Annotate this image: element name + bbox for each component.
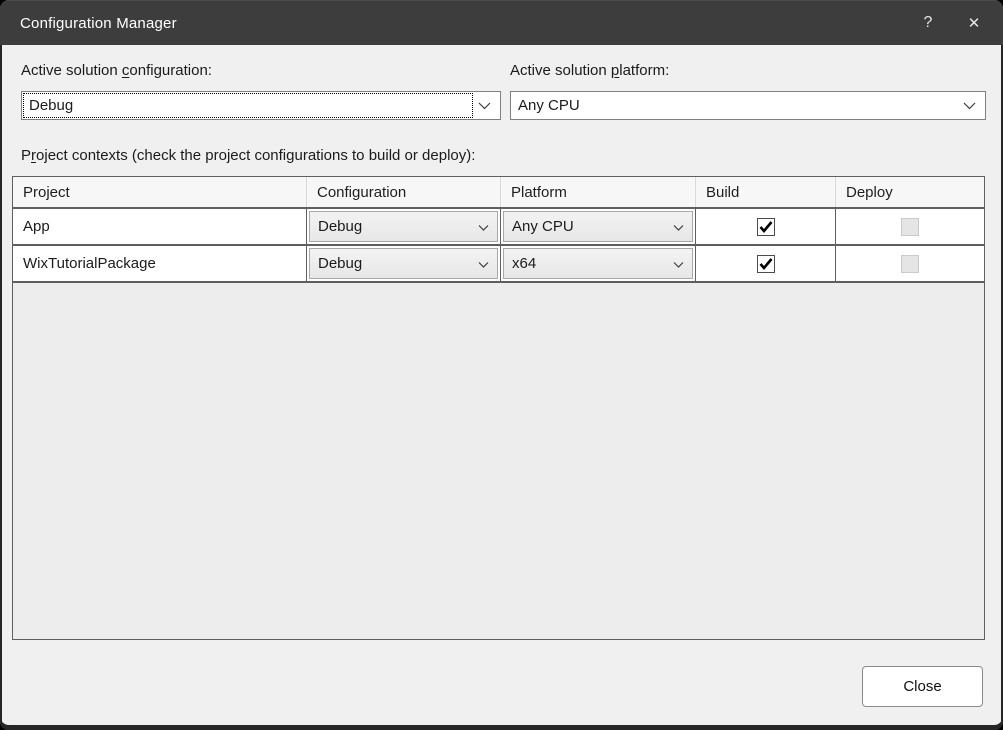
build-cell: [696, 209, 836, 244]
combo-value: x64: [512, 255, 536, 272]
close-button[interactable]: Close: [862, 666, 983, 707]
column-header-build: Build: [696, 177, 836, 207]
column-header-platform: Platform: [501, 177, 696, 207]
platform-cell: Any CPU: [501, 209, 696, 244]
column-header-deploy: Deploy: [836, 177, 984, 207]
check-icon: [759, 258, 773, 270]
label-text: P: [21, 147, 31, 164]
deploy-cell: [836, 209, 984, 244]
deploy-checkbox: [901, 255, 919, 273]
chevron-down-icon: [963, 102, 976, 110]
chevron-down-icon: [478, 255, 489, 272]
build-checkbox[interactable]: [757, 218, 775, 236]
combo-value: Any CPU: [512, 218, 574, 235]
configuration-manager-dialog: Configuration Manager ? ✕ Active solutio…: [0, 0, 1003, 730]
configuration-select[interactable]: Debug: [309, 248, 498, 279]
titlebar: Configuration Manager ? ✕: [0, 0, 1003, 45]
label-text: onfiguration:: [129, 62, 212, 79]
build-cell: [696, 246, 836, 281]
platform-select[interactable]: Any CPU: [503, 211, 693, 242]
build-checkbox[interactable]: [757, 255, 775, 273]
project-contexts-grid: Project Configuration Platform Build Dep…: [12, 176, 985, 640]
platform-cell: x64: [501, 246, 696, 281]
project-contexts-label: Project contexts (check the project conf…: [21, 147, 475, 164]
platform-select[interactable]: x64: [503, 248, 693, 279]
active-platform-label: Active solution platform:: [510, 62, 669, 79]
active-configuration-select[interactable]: Debug: [21, 91, 501, 120]
label-text: oject contexts (check the project config…: [36, 147, 475, 164]
combo-focus-rect: Debug: [24, 94, 472, 117]
chevron-down-icon: [673, 218, 684, 235]
deploy-cell: [836, 246, 984, 281]
chevron-down-icon: [673, 255, 684, 272]
label-text: Active solution: [21, 62, 122, 79]
close-icon[interactable]: ✕: [951, 1, 997, 45]
check-icon: [759, 221, 773, 233]
combo-value: Any CPU: [518, 97, 580, 114]
project-cell[interactable]: App: [13, 209, 307, 244]
label-text: Active solution: [510, 62, 611, 79]
chevron-down-icon: [478, 102, 491, 110]
project-name: App: [13, 218, 50, 235]
combo-value: Debug: [29, 97, 73, 114]
configuration-cell: Debug: [307, 246, 501, 281]
active-configuration-label: Active solution configuration:: [21, 62, 212, 79]
window-title: Configuration Manager: [0, 15, 177, 32]
column-header-project: Project: [13, 177, 307, 207]
configuration-select[interactable]: Debug: [309, 211, 498, 242]
help-icon[interactable]: ?: [905, 1, 951, 45]
label-text: latform:: [619, 62, 669, 79]
table-row: WixTutorialPackage Debug x64: [13, 246, 984, 283]
project-name: WixTutorialPackage: [13, 255, 156, 272]
combo-value: Debug: [318, 218, 362, 235]
combo-value-wrap: Any CPU: [513, 94, 957, 117]
project-cell[interactable]: WixTutorialPackage: [13, 246, 307, 281]
titlebar-buttons: ? ✕: [905, 1, 1003, 45]
deploy-checkbox: [901, 218, 919, 236]
combo-value: Debug: [318, 255, 362, 272]
grid-header: Project Configuration Platform Build Dep…: [13, 177, 984, 209]
configuration-cell: Debug: [307, 209, 501, 244]
chevron-down-icon: [478, 218, 489, 235]
active-platform-select[interactable]: Any CPU: [510, 91, 986, 120]
column-header-configuration: Configuration: [307, 177, 501, 207]
label-mnemonic: p: [611, 62, 619, 79]
table-row: App Debug Any CPU: [13, 209, 984, 246]
